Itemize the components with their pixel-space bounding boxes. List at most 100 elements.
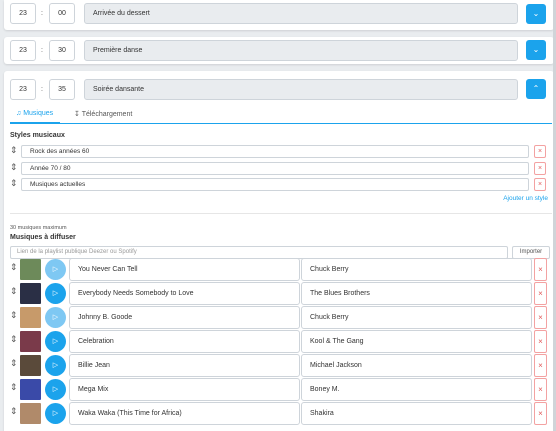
play-button[interactable]: ▷	[45, 379, 66, 400]
style-input[interactable]: Rock des années 60	[21, 145, 529, 158]
play-button[interactable]: ▷	[45, 331, 66, 352]
play-icon: ▷	[52, 362, 59, 369]
close-icon: ×	[538, 313, 543, 322]
play-button[interactable]: ▷	[45, 355, 66, 376]
delete-track-button[interactable]: ×	[534, 402, 547, 425]
album-cover	[20, 355, 41, 376]
close-icon: ×	[537, 181, 543, 188]
style-input[interactable]: Musiques actuelles	[21, 178, 529, 191]
collapse-button[interactable]: ⌃	[526, 79, 546, 99]
play-icon: ▷	[52, 290, 59, 297]
play-icon: ▷	[52, 338, 59, 345]
hour-input[interactable]: 23	[10, 40, 36, 61]
minute-input[interactable]: 35	[49, 79, 75, 100]
track-row: ⇕ ▷ Celebration Kool & The Gang ×	[4, 330, 554, 353]
close-icon: ×	[538, 409, 543, 418]
track-title-input[interactable]: Mega Mix	[69, 378, 300, 401]
delete-style-button[interactable]: ×	[534, 145, 546, 158]
delete-track-button[interactable]: ×	[534, 282, 547, 305]
download-icon: ↧	[74, 111, 80, 118]
tab-download[interactable]: ↧ Téléchargement	[74, 110, 132, 118]
track-title-input[interactable]: Everybody Needs Somebody to Love	[69, 282, 300, 305]
delete-style-button[interactable]: ×	[534, 162, 546, 175]
delete-track-button[interactable]: ×	[534, 258, 547, 281]
track-artist-input[interactable]: Chuck Berry	[301, 258, 532, 281]
drag-handle-icon[interactable]: ⇕	[10, 262, 18, 273]
track-title-input[interactable]: Celebration	[69, 330, 300, 353]
hour-input[interactable]: 23	[10, 79, 36, 100]
time-separator: :	[41, 47, 43, 54]
drag-handle-icon[interactable]: ⇕	[10, 162, 18, 173]
delete-track-button[interactable]: ×	[534, 378, 547, 401]
tab-label: Téléchargement	[81, 111, 133, 118]
play-icon: ▷	[52, 314, 59, 321]
event-card: 23 : 30 Première danse ⌄	[4, 37, 554, 64]
max-tracks-note: 30 musiques maximum	[10, 225, 67, 231]
delete-style-button[interactable]: ×	[534, 178, 546, 191]
event-title-input[interactable]: Première danse	[84, 40, 518, 61]
delete-track-button[interactable]: ×	[534, 306, 547, 329]
track-artist-input[interactable]: Chuck Berry	[301, 306, 532, 329]
chevron-down-icon: ⌄	[532, 9, 540, 18]
expand-button[interactable]: ⌄	[526, 4, 546, 24]
tab-label: Musiques	[23, 110, 54, 117]
track-artist-input[interactable]: Shakira	[301, 402, 532, 425]
chevron-down-icon: ⌄	[532, 45, 540, 54]
event-title-input[interactable]: Arrivée du dessert	[84, 3, 518, 24]
track-row: ⇕ ▷ Everybody Needs Somebody to Love The Bl…	[4, 282, 554, 305]
active-tab-indicator	[10, 122, 60, 124]
close-icon: ×	[537, 148, 543, 155]
tab-music[interactable]: ♫ Musiques	[16, 110, 53, 117]
minute-input[interactable]: 30	[49, 40, 75, 61]
time-separator: :	[41, 86, 43, 93]
tab-bar: ♫ Musiques ↧ Téléchargement	[10, 107, 552, 124]
track-artist-input[interactable]: The Blues Brothers	[301, 282, 532, 305]
track-title-input[interactable]: You Never Can Tell	[69, 258, 300, 281]
play-button[interactable]: ▷	[45, 307, 66, 328]
track-title-input[interactable]: Waka Waka (This Time for Africa)	[69, 402, 300, 425]
drag-handle-icon[interactable]: ⇕	[10, 334, 18, 345]
album-cover	[20, 307, 41, 328]
music-note-icon: ♫	[16, 110, 22, 117]
section-title: Musiques à diffuser	[10, 234, 76, 241]
close-icon: ×	[537, 165, 543, 172]
drag-handle-icon[interactable]: ⇕	[10, 145, 18, 156]
close-icon: ×	[538, 265, 543, 274]
track-row: ⇕ ▷ Mega Mix Boney M. ×	[4, 378, 554, 401]
drag-handle-icon[interactable]: ⇕	[10, 358, 18, 369]
drag-handle-icon[interactable]: ⇕	[10, 406, 18, 417]
play-button[interactable]: ▷	[45, 403, 66, 424]
play-icon: ▷	[52, 266, 59, 273]
album-cover	[20, 403, 41, 424]
close-icon: ×	[538, 361, 543, 370]
play-icon: ▷	[52, 386, 59, 393]
track-title-input[interactable]: Johnny B. Goode	[69, 306, 300, 329]
hour-input[interactable]: 23	[10, 3, 36, 24]
play-button[interactable]: ▷	[45, 283, 66, 304]
drag-handle-icon[interactable]: ⇕	[10, 178, 18, 189]
track-artist-input[interactable]: Kool & The Gang	[301, 330, 532, 353]
close-icon: ×	[538, 385, 543, 394]
add-style-link[interactable]: Ajouter un style	[503, 195, 548, 202]
track-artist-input[interactable]: Michael Jackson	[301, 354, 532, 377]
track-title-input[interactable]: Billie Jean	[69, 354, 300, 377]
track-row: ⇕ ▷ Billie Jean Michael Jackson ×	[4, 354, 554, 377]
track-artist-input[interactable]: Boney M.	[301, 378, 532, 401]
minute-input[interactable]: 00	[49, 3, 75, 24]
track-row: ⇕ ▷ You Never Can Tell Chuck Berry ×	[4, 258, 554, 281]
delete-track-button[interactable]: ×	[534, 354, 547, 377]
delete-track-button[interactable]: ×	[534, 330, 547, 353]
play-button[interactable]: ▷	[45, 259, 66, 280]
expand-button[interactable]: ⌄	[526, 40, 546, 60]
style-input[interactable]: Année 70 / 80	[21, 162, 529, 175]
album-cover	[20, 259, 41, 280]
section-title: Styles musicaux	[10, 132, 65, 139]
drag-handle-icon[interactable]: ⇕	[10, 310, 18, 321]
event-title-input[interactable]: Soirée dansante	[84, 79, 518, 100]
close-icon: ×	[538, 289, 543, 298]
drag-handle-icon[interactable]: ⇕	[10, 286, 18, 297]
album-cover	[20, 283, 41, 304]
chevron-up-icon: ⌃	[532, 84, 540, 93]
album-cover	[20, 379, 41, 400]
drag-handle-icon[interactable]: ⇕	[10, 382, 18, 393]
